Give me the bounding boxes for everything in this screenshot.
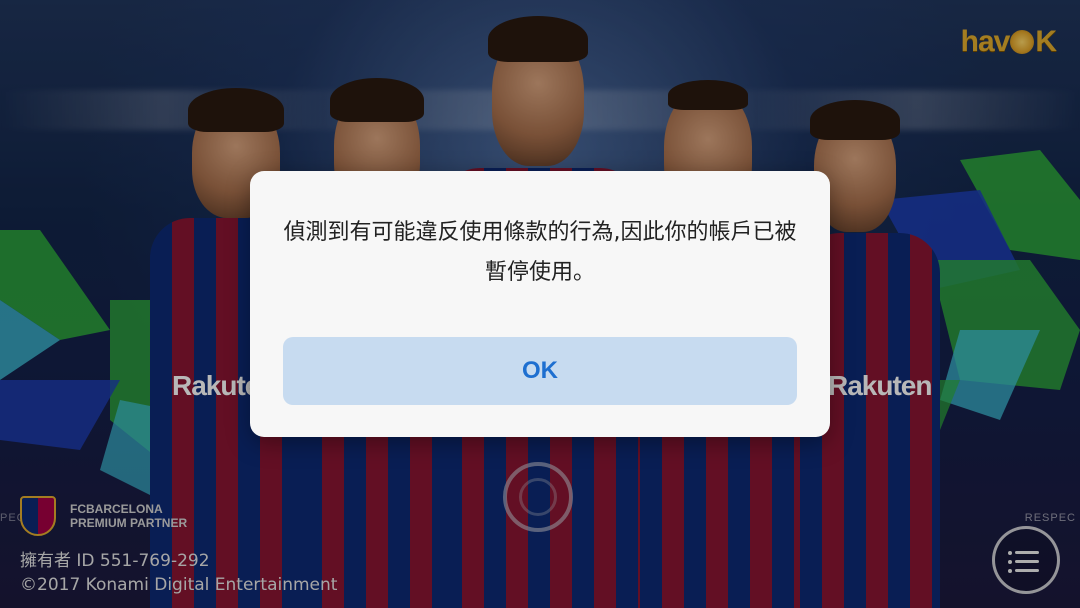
ok-button[interactable]: OK	[283, 337, 797, 405]
account-suspended-dialog: 偵測到有可能違反使用條款的行為,因此你的帳戶已被暫停使用。 OK	[250, 171, 830, 437]
dialog-message: 偵測到有可能違反使用條款的行為,因此你的帳戶已被暫停使用。	[283, 220, 797, 285]
